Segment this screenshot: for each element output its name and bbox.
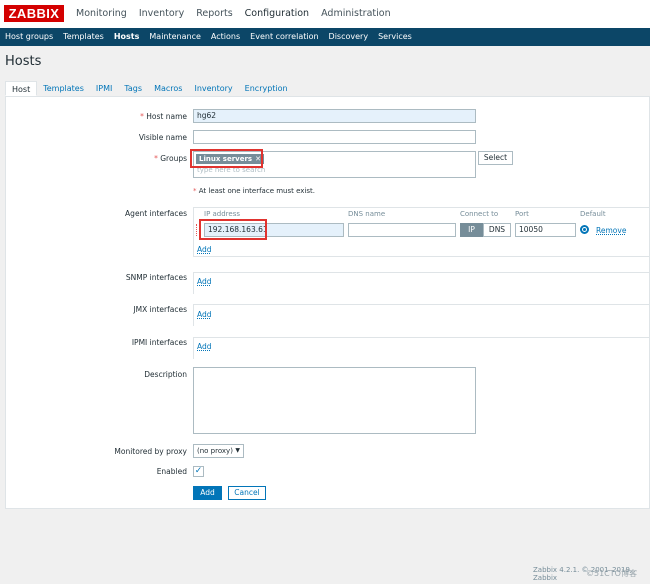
add-agent-interface-link[interactable]: Add bbox=[197, 245, 212, 254]
watermark: ©51CTO博客 bbox=[586, 569, 637, 578]
host-name-label-text: Host name bbox=[146, 112, 187, 121]
submenu-host-groups[interactable]: Host groups bbox=[0, 28, 58, 46]
chevron-down-icon: ▼ bbox=[235, 447, 240, 454]
tab-encryption[interactable]: Encryption bbox=[239, 81, 294, 96]
tab-inventory[interactable]: Inventory bbox=[188, 81, 238, 96]
tab-templates[interactable]: Templates bbox=[37, 81, 90, 96]
select-groups-button[interactable]: Select bbox=[478, 151, 513, 165]
submenu-hosts[interactable]: Hosts bbox=[109, 28, 145, 46]
add-snmp-interface-link[interactable]: Add bbox=[197, 277, 212, 286]
enabled-checkbox[interactable]: ✓ bbox=[193, 466, 204, 477]
default-radio[interactable] bbox=[580, 225, 589, 234]
menu-monitoring[interactable]: Monitoring bbox=[70, 0, 133, 28]
proxy-label: Monitored by proxy bbox=[114, 447, 187, 456]
connect-dns-button[interactable]: DNS bbox=[483, 223, 511, 237]
ipmi-interfaces-label: IPMI interfaces bbox=[131, 338, 187, 347]
agent-interfaces-label: Agent interfaces bbox=[125, 209, 187, 218]
host-name-label: * Host name bbox=[140, 112, 187, 121]
tab-macros[interactable]: Macros bbox=[148, 81, 188, 96]
submenu-maintenance[interactable]: Maintenance bbox=[144, 28, 206, 46]
submenu-actions[interactable]: Actions bbox=[206, 28, 245, 46]
checkmark-icon: ✓ bbox=[194, 466, 203, 476]
add-ipmi-interface-link[interactable]: Add bbox=[197, 342, 212, 351]
add-button[interactable]: Add bbox=[193, 486, 222, 500]
snmp-interfaces-box bbox=[193, 272, 650, 294]
col-default: Default bbox=[580, 210, 606, 218]
interface-notice-text: At least one interface must exist. bbox=[198, 187, 315, 195]
jmx-interfaces-box bbox=[193, 304, 650, 326]
submenu-templates[interactable]: Templates bbox=[58, 28, 109, 46]
snmp-interfaces-label: SNMP interfaces bbox=[125, 273, 187, 282]
menu-administration[interactable]: Administration bbox=[315, 0, 397, 28]
form-tabs: Host Templates IPMI Tags Macros Inventor… bbox=[5, 81, 650, 97]
visible-name-label: Visible name bbox=[138, 133, 187, 142]
sub-menu: Host groups Templates Hosts Maintenance … bbox=[0, 28, 650, 46]
ipmi-interfaces-box bbox=[193, 337, 650, 359]
col-ip-address: IP address bbox=[204, 210, 241, 218]
groups-label-text: Groups bbox=[160, 154, 187, 163]
cancel-button[interactable]: Cancel bbox=[228, 486, 266, 500]
connect-ip-button[interactable]: IP bbox=[460, 223, 483, 237]
submenu-discovery[interactable]: Discovery bbox=[324, 28, 374, 46]
enabled-label: Enabled bbox=[156, 467, 187, 476]
top-bar: ZABBIX Monitoring Inventory Reports Conf… bbox=[0, 0, 650, 28]
menu-configuration[interactable]: Configuration bbox=[239, 0, 315, 28]
col-dns-name: DNS name bbox=[348, 210, 386, 218]
page-title: Hosts bbox=[5, 54, 42, 69]
description-textarea[interactable] bbox=[193, 367, 476, 434]
highlight-box-ip bbox=[199, 219, 267, 240]
tab-host[interactable]: Host bbox=[5, 81, 38, 96]
proxy-select-value: (no proxy) bbox=[197, 447, 233, 455]
menu-inventory[interactable]: Inventory bbox=[133, 0, 190, 28]
highlight-box-groups bbox=[190, 149, 263, 168]
dns-name-input[interactable] bbox=[348, 223, 456, 237]
add-jmx-interface-link[interactable]: Add bbox=[197, 310, 212, 319]
groups-label: * Groups bbox=[154, 154, 187, 163]
visible-name-input[interactable] bbox=[193, 130, 476, 144]
port-input[interactable]: 10050 bbox=[515, 223, 576, 237]
submenu-event-correlation[interactable]: Event correlation bbox=[245, 28, 323, 46]
menu-reports[interactable]: Reports bbox=[190, 0, 238, 28]
submenu-services[interactable]: Services bbox=[373, 28, 417, 46]
jmx-interfaces-label: JMX interfaces bbox=[133, 305, 187, 314]
main-menu: Monitoring Inventory Reports Configurati… bbox=[70, 0, 397, 28]
col-port: Port bbox=[515, 210, 529, 218]
host-name-input[interactable]: hg62 bbox=[193, 109, 476, 123]
zabbix-logo[interactable]: ZABBIX bbox=[4, 5, 64, 22]
remove-interface-link[interactable]: Remove bbox=[596, 226, 626, 235]
description-label: Description bbox=[144, 370, 187, 379]
tab-tags[interactable]: Tags bbox=[118, 81, 148, 96]
proxy-select[interactable]: (no proxy) ▼ bbox=[193, 444, 244, 458]
tab-ipmi[interactable]: IPMI bbox=[90, 81, 118, 96]
col-connect-to: Connect to bbox=[460, 210, 499, 218]
interface-notice: * At least one interface must exist. bbox=[193, 187, 315, 195]
